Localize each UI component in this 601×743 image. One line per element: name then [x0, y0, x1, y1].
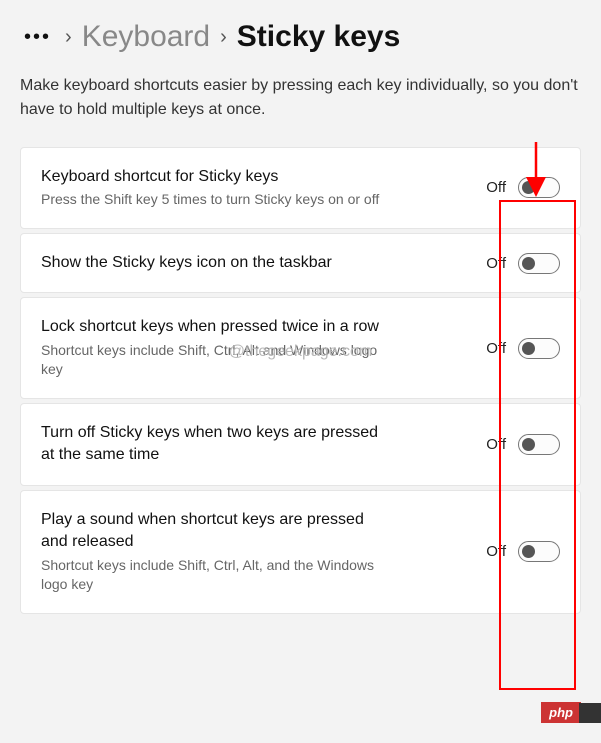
- toggle-state-label: Off: [486, 436, 506, 453]
- setting-control: Off: [486, 253, 560, 274]
- setting-text: Play a sound when shortcut keys are pres…: [41, 509, 381, 595]
- toggle-turn-off-two-keys[interactable]: [518, 434, 560, 455]
- setting-row-taskbar-icon: Show the Sticky keys icon on the taskbar…: [20, 233, 581, 293]
- toggle-keyboard-shortcut[interactable]: [518, 177, 560, 198]
- setting-title: Show the Sticky keys icon on the taskbar: [41, 252, 381, 274]
- setting-row-play-sound: Play a sound when shortcut keys are pres…: [20, 490, 581, 614]
- toggle-state-label: Off: [486, 543, 506, 560]
- setting-title: Keyboard shortcut for Sticky keys: [41, 166, 381, 188]
- setting-row-lock-keys: Lock shortcut keys when pressed twice in…: [20, 297, 581, 399]
- toggle-play-sound[interactable]: [518, 541, 560, 562]
- breadcrumb-keyboard-link[interactable]: Keyboard: [82, 20, 210, 54]
- breadcrumb-more-icon[interactable]: •••: [20, 26, 55, 49]
- setting-control: Off: [486, 177, 560, 198]
- chevron-right-icon: ›: [65, 26, 72, 49]
- setting-text: Show the Sticky keys icon on the taskbar: [41, 252, 381, 274]
- page-description: Make keyboard shortcuts easier by pressi…: [20, 74, 581, 122]
- php-badge: php: [541, 702, 581, 723]
- toggle-knob-icon: [522, 257, 535, 270]
- toggle-knob-icon: [522, 342, 535, 355]
- php-badge-ext: [579, 703, 601, 723]
- toggle-state-label: Off: [486, 255, 506, 272]
- setting-text: Turn off Sticky keys when two keys are p…: [41, 422, 381, 467]
- toggle-state-label: Off: [486, 179, 506, 196]
- toggle-taskbar-icon[interactable]: [518, 253, 560, 274]
- setting-row-keyboard-shortcut: Keyboard shortcut for Sticky keys Press …: [20, 147, 581, 229]
- setting-control: Off: [486, 541, 560, 562]
- toggle-knob-icon: [522, 438, 535, 451]
- setting-text: Lock shortcut keys when pressed twice in…: [41, 316, 381, 380]
- breadcrumb: ••• › Keyboard › Sticky keys: [20, 20, 581, 54]
- setting-title: Turn off Sticky keys when two keys are p…: [41, 422, 381, 467]
- breadcrumb-current: Sticky keys: [237, 20, 400, 54]
- toggle-lock-keys[interactable]: [518, 338, 560, 359]
- setting-title: Play a sound when shortcut keys are pres…: [41, 509, 381, 554]
- setting-text: Keyboard shortcut for Sticky keys Press …: [41, 166, 381, 210]
- setting-subtitle: Shortcut keys include Shift, Ctrl, Alt a…: [41, 341, 381, 380]
- setting-control: Off: [486, 338, 560, 359]
- toggle-state-label: Off: [486, 340, 506, 357]
- setting-title: Lock shortcut keys when pressed twice in…: [41, 316, 381, 338]
- toggle-knob-icon: [522, 545, 535, 558]
- settings-list: Keyboard shortcut for Sticky keys Press …: [20, 147, 581, 614]
- chevron-right-icon: ›: [220, 26, 227, 49]
- toggle-knob-icon: [522, 181, 535, 194]
- setting-row-turn-off-two-keys: Turn off Sticky keys when two keys are p…: [20, 403, 581, 486]
- setting-subtitle: Press the Shift key 5 times to turn Stic…: [41, 190, 381, 210]
- setting-control: Off: [486, 434, 560, 455]
- setting-subtitle: Shortcut keys include Shift, Ctrl, Alt, …: [41, 556, 381, 595]
